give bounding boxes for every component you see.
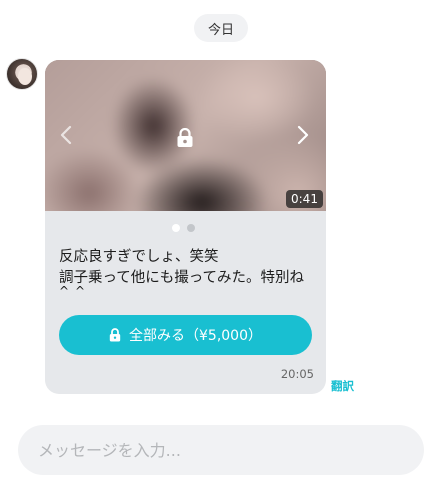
message-text-overflow: ^_^ [59,286,86,294]
chevron-left-icon[interactable] [59,122,73,148]
message-bubble: 0:41 反応良すぎでしょ、笑笑 調子乗って他にも撮ってみた。特別ね ^_^ 全… [45,60,326,394]
unlock-all-label: 全部みる（¥5,000） [129,328,262,344]
translate-link[interactable]: 翻訳 [331,378,354,394]
chevron-right-icon[interactable] [296,122,310,148]
message-composer[interactable] [18,425,424,475]
unlock-all-button[interactable]: 全部みる（¥5,000） [59,315,312,355]
video-duration: 0:41 [291,192,318,206]
message-input[interactable] [38,440,398,460]
carousel-dot-active[interactable] [172,224,180,232]
avatar[interactable] [6,58,38,90]
lock-icon [109,328,121,342]
lock-icon [176,127,194,148]
video-duration-badge: 0:41 [286,190,323,208]
message-text: 反応良すぎでしょ、笑笑 調子乗って他にも撮ってみた。特別ね [59,249,305,286]
carousel-dot[interactable] [187,224,195,232]
avatar-face [18,68,32,85]
date-label: 今日 [207,22,234,38]
carousel-indicator [172,224,195,232]
locked-video-preview[interactable]: 0:41 [45,60,326,211]
message-timestamp: 20:05 [280,367,314,381]
date-separator: 今日 [194,14,248,42]
